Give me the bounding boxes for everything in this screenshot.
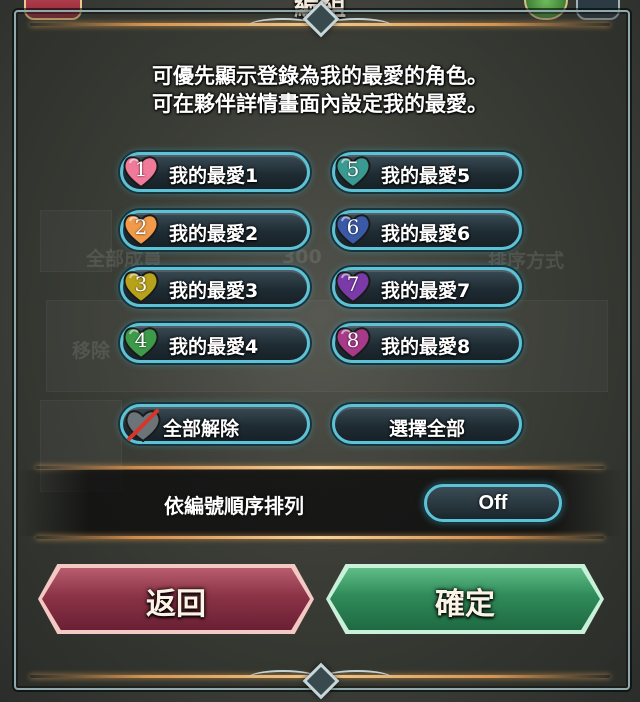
sort-toggle[interactable]: Off bbox=[424, 484, 562, 522]
favorite-button-4[interactable]: 4 我的最愛4 bbox=[120, 323, 310, 363]
favorite-button-3[interactable]: 3 我的最愛3 bbox=[120, 267, 310, 307]
back-button-label: 返回 bbox=[146, 587, 206, 622]
heart-number: 2 bbox=[134, 215, 148, 239]
favorite-label: 我的最愛8 bbox=[381, 336, 471, 358]
top-ornament bbox=[0, 0, 640, 38]
heart-icon: 1 bbox=[121, 151, 161, 191]
confirm-button-label: 確定 bbox=[435, 587, 495, 622]
heart-number: 3 bbox=[134, 272, 148, 296]
heart-number: 8 bbox=[346, 328, 360, 352]
favorite-button-2[interactable]: 2 我的最愛2 bbox=[120, 210, 310, 250]
favorite-button-1[interactable]: 1 我的最愛1 bbox=[120, 152, 310, 192]
favorite-label: 我的最愛7 bbox=[381, 280, 471, 302]
clear-all-button[interactable]: 全部解除 bbox=[120, 404, 310, 444]
favorite-button-7[interactable]: 7 我的最愛7 bbox=[332, 267, 522, 307]
heart-number: 4 bbox=[134, 328, 148, 352]
sort-by-number-label: 依編號順序排列 bbox=[164, 494, 304, 518]
heart-slash-icon bbox=[123, 405, 163, 445]
instruction-line: 可在夥伴詳情畫面內設定我的最愛。 bbox=[152, 92, 488, 116]
select-all-label: 選擇全部 bbox=[388, 418, 465, 440]
favorite-button-5[interactable]: 5 我的最愛5 bbox=[332, 152, 522, 192]
select-all-button[interactable]: 選擇全部 bbox=[332, 404, 522, 444]
sort-toggle-value: Off bbox=[478, 492, 508, 514]
heart-icon: 2 bbox=[121, 209, 161, 249]
heart-number: 5 bbox=[346, 157, 360, 181]
heart-number: 1 bbox=[134, 157, 148, 181]
favorite-button-8[interactable]: 8 我的最愛8 bbox=[332, 323, 522, 363]
favorite-label: 我的最愛1 bbox=[169, 165, 259, 187]
instruction-text: 可優先顯示登錄為我的最愛的角色。 可在夥伴詳情畫面內設定我的最愛。 bbox=[0, 62, 640, 118]
divider bbox=[36, 466, 604, 469]
clear-all-label: 全部解除 bbox=[163, 418, 240, 440]
heart-icon: 6 bbox=[333, 209, 373, 249]
heart-number: 7 bbox=[346, 272, 360, 296]
heart-icon: 4 bbox=[121, 322, 161, 362]
favorite-label: 我的最愛6 bbox=[381, 223, 471, 245]
back-button[interactable]: 返回 bbox=[38, 564, 314, 634]
heart-icon: 5 bbox=[333, 151, 373, 191]
divider bbox=[36, 536, 604, 539]
instruction-line: 可優先顯示登錄為我的最愛的角色。 bbox=[152, 64, 488, 88]
favorite-button-6[interactable]: 6 我的最愛6 bbox=[332, 210, 522, 250]
heart-icon: 3 bbox=[121, 266, 161, 306]
favorite-label: 我的最愛4 bbox=[169, 336, 259, 358]
bottom-ornament bbox=[0, 662, 640, 700]
heart-icon: 8 bbox=[333, 322, 373, 362]
heart-number: 6 bbox=[346, 215, 360, 239]
confirm-button[interactable]: 確定 bbox=[326, 564, 604, 634]
favorite-label: 我的最愛2 bbox=[169, 223, 259, 245]
favorite-label: 我的最愛3 bbox=[169, 280, 259, 302]
heart-icon: 7 bbox=[333, 266, 373, 306]
favorite-label: 我的最愛5 bbox=[381, 165, 471, 187]
